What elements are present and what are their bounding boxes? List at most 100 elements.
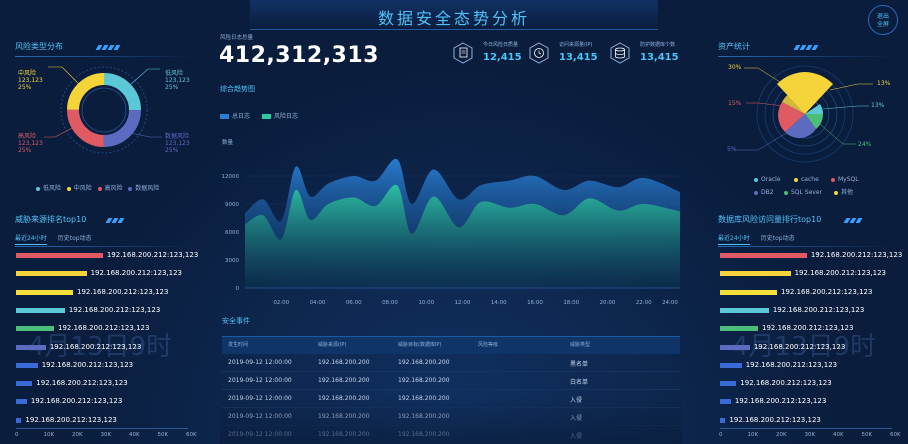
rank-row[interactable]: 192.168.200.212:123,123 — [16, 288, 196, 296]
col-time: 发生时间 — [228, 342, 249, 348]
rank-row[interactable]: 192.168.200.212:123,123 — [16, 269, 196, 277]
y-tick-label: 12000 — [222, 174, 240, 180]
legend-item[interactable]: MySQL — [831, 173, 876, 186]
y-tick-label: 6000 — [225, 230, 239, 236]
doc-icon — [453, 42, 473, 64]
rank-label: 192.168.200.212:123,123 — [41, 360, 134, 369]
rank-row[interactable]: 192.168.200.212:123,123 — [16, 306, 196, 314]
stat-label: 今日风险日质量 — [483, 42, 519, 48]
rank-label: 192.168.200.212:123,123 — [30, 397, 123, 406]
table-row[interactable]: 2019-09-12 12:00:00 192.168.200.200 192.16… — [222, 372, 680, 390]
x-tick-label: 20:00 — [600, 300, 616, 306]
rank-bar — [16, 326, 54, 332]
rank-axis-tick: 50K — [861, 432, 873, 438]
y-tick-label: 9000 — [225, 202, 239, 208]
trend-title: 综合趋势图 — [220, 85, 255, 93]
events-title: 安全事件 — [222, 317, 250, 325]
stat-today-risk: 今日风险日质量 12,415 — [452, 40, 532, 70]
x-tick-label: 14:00 — [491, 300, 507, 306]
asset-label-cache: 30% — [728, 64, 742, 71]
rank-row[interactable]: 192.168.200.212:123,123 — [16, 379, 196, 387]
rank-axis-tick: 30K — [100, 432, 112, 438]
x-tick-label: 04:00 — [310, 300, 326, 306]
assets-legend: Oracle cache MySQL DB2 SQL Sever 其他 — [754, 173, 884, 199]
rank-row[interactable]: 192.168.200.212:123,123 — [16, 251, 199, 259]
x-tick-label: 08:00 — [382, 300, 398, 306]
legend-label: 风险日志 — [273, 113, 298, 120]
rank-axis-tick: 30K — [804, 432, 816, 438]
rank-axis-tick: 60K — [890, 432, 901, 438]
rank-axis-tick: 0 — [15, 432, 19, 438]
table-cell: 192.168.200.200 — [318, 359, 370, 366]
rank-axis-tick: 40K — [833, 432, 844, 438]
rank-axis-tick: 0 — [719, 432, 723, 438]
events-header-row: 发生时间 威胁来源(IP) 威胁目标(数据库IP) 风险等级 威胁类型 — [222, 336, 680, 354]
log-total-value: 412,312,313 — [219, 43, 379, 68]
legend-item[interactable]: 其他 — [834, 186, 864, 199]
database-icon — [610, 42, 630, 64]
y-tick-label: 3000 — [225, 258, 239, 264]
rank-row[interactable]: 192.168.200.212:123,123 — [16, 361, 196, 369]
legend-item[interactable]: cache — [794, 173, 831, 186]
stat-value: 12,415 — [483, 52, 522, 63]
legend-label: MySQL — [838, 176, 859, 183]
rank-label: 192.168.200.212:123,123 — [25, 415, 117, 424]
legend-item[interactable]: Oracle — [754, 173, 794, 186]
table-cell: 192.168.200.200 — [318, 377, 370, 384]
legend-label: 其他 — [841, 189, 854, 196]
rank-axis-tick: 50K — [157, 432, 169, 438]
rank-axis-tick: 10K — [747, 432, 759, 438]
legend-label: 总日志 — [232, 113, 251, 120]
asset-label-sqlserver: 24% — [858, 141, 872, 148]
rank-label: 192.168.200.212:123,123 — [77, 287, 169, 296]
db-rank-header: 数据库风险访问量排行top10 — [718, 207, 898, 226]
legend-label: DB2 — [761, 189, 774, 196]
db-rank-tabs: 最近24小时 历史top动态 — [718, 225, 893, 247]
asset-label-oracle: 13% — [871, 102, 885, 109]
trend-area-chart: 12000 9000 6000 3000 0 02:00 04:00 06:00 08:00 10… — [222, 158, 680, 306]
db-rank-title: 数据库风险访问量排行top10 — [718, 215, 822, 224]
trend-legend: 总日志 风险日志 — [220, 111, 298, 120]
table-cell: 2019-09-12 12:00:00 — [228, 377, 292, 384]
rank-bar — [16, 362, 38, 368]
rank-bar — [16, 289, 73, 295]
x-tick-label: 12:00 — [455, 300, 471, 306]
rank-bar — [16, 271, 87, 277]
table-cell: 黑名单 — [570, 361, 589, 368]
rank-row[interactable]: 192.168.200.212:123,123 — [16, 324, 196, 332]
log-total-label: 风险日志总量 — [220, 35, 254, 41]
rank-row[interactable]: 192.168.200.212:123,123 — [16, 416, 196, 424]
db-rank-axis-line — [720, 428, 892, 429]
assets-title: 资产统计 — [718, 42, 750, 51]
x-tick-label: 02:00 — [273, 300, 289, 306]
legend-item[interactable]: SQL Sever — [784, 186, 834, 199]
stat-label: 访问来源量(IP) — [559, 42, 593, 48]
rank-bar — [16, 381, 33, 387]
legend-risk-log[interactable]: 风险日志 — [261, 113, 298, 120]
table-cell: 白名单 — [570, 379, 589, 386]
tab-history-top[interactable]: 历史top动态 — [761, 235, 795, 242]
stat-value: 13,415 — [640, 52, 679, 63]
table-row[interactable]: 2019-09-12 12:00:00 192.168.200.200 192.16… — [222, 354, 680, 372]
legend-item[interactable]: DB2 — [754, 186, 784, 199]
table-cell: 192.168.200.200 — [398, 359, 450, 366]
table-cell: 2019-09-12 12:00:00 — [228, 359, 292, 366]
exit-fullscreen-button[interactable]: 退出 全屏 — [868, 5, 898, 35]
asset-label-other: 13% — [877, 80, 891, 87]
watermark-right: 4月13日9时 — [732, 332, 877, 362]
x-tick-label: 24:00 — [662, 300, 678, 306]
x-tick-label: 10:00 — [418, 300, 434, 306]
legend-total-log[interactable]: 总日志 — [220, 113, 250, 120]
rank-row[interactable]: 192.168.200.212:123,123 — [16, 343, 196, 351]
table-cell: 192.168.200.200 — [398, 377, 450, 384]
rank-axis-tick: 20K — [776, 432, 787, 438]
tab-last-24h[interactable]: 最近24小时 — [718, 235, 750, 245]
legend-label: cache — [801, 176, 819, 183]
rank-bar — [16, 307, 65, 313]
legend-label: Oracle — [761, 176, 781, 183]
rank-row[interactable]: 192.168.200.212:123,123 — [16, 397, 196, 405]
rank-label: 192.168.200.212:123,123 — [106, 251, 199, 259]
rank-axis-tick: 20K — [72, 432, 83, 438]
clock-icon — [529, 42, 549, 64]
col-source-ip: 威胁来源(IP) — [318, 342, 347, 348]
